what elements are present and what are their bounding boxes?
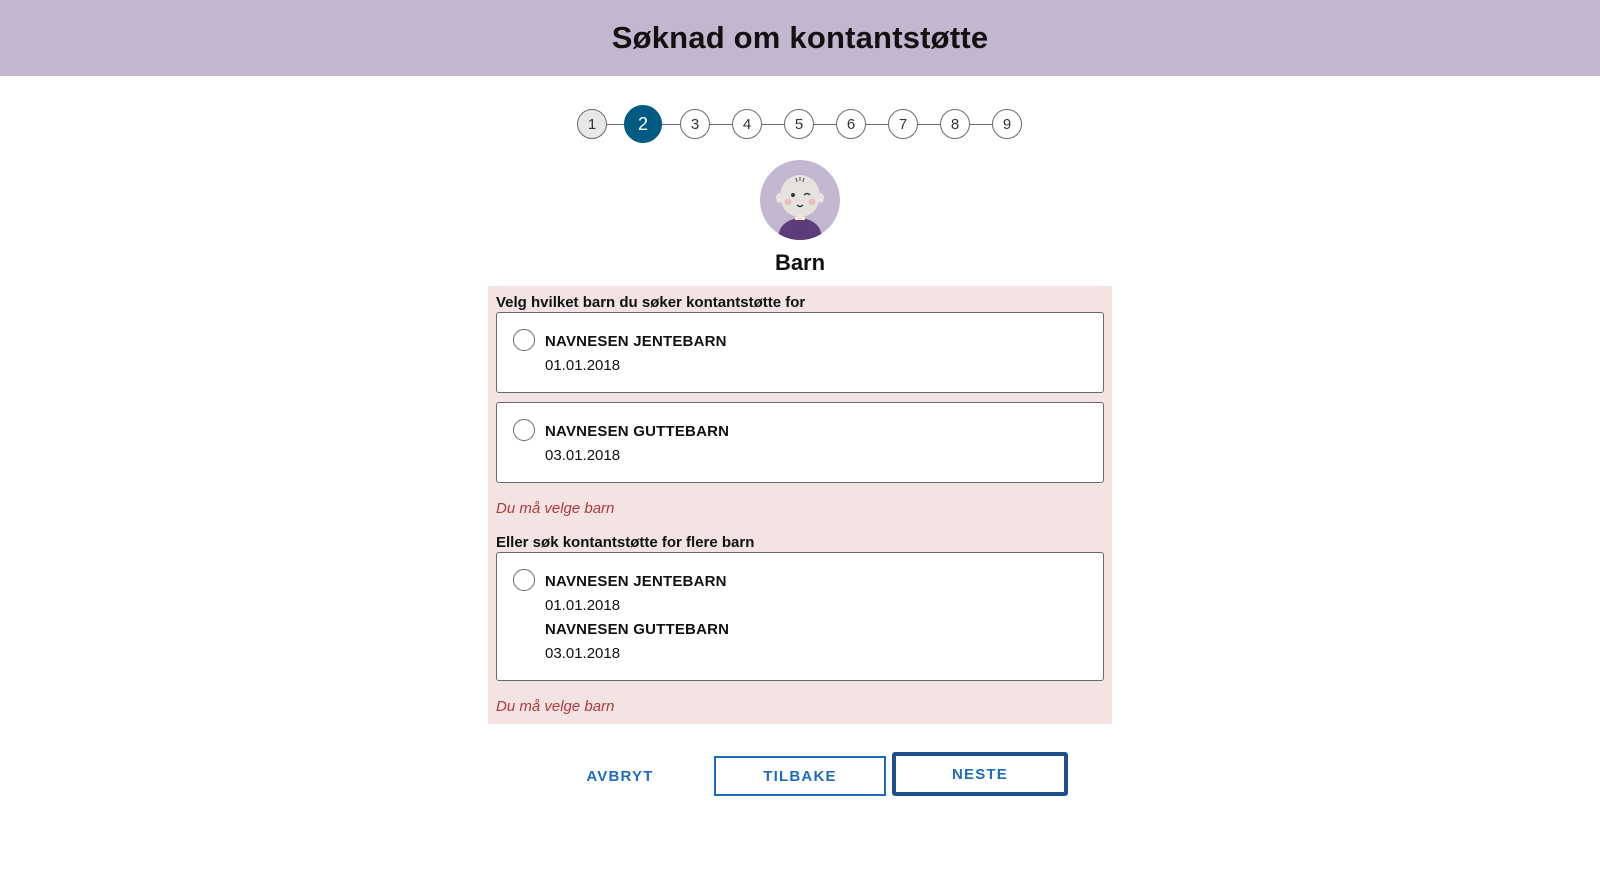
baby-avatar-icon [760, 160, 840, 240]
child-option-guttebarn[interactable]: NAVNESEN GUTTEBARN 03.01.2018 [496, 402, 1104, 483]
cancel-button[interactable]: AVBRYT [560, 756, 680, 796]
child-name: NAVNESEN JENTEBARN [545, 573, 727, 590]
single-child-question-label: Velg hvilket barn du søker kontantstøtte… [496, 294, 806, 311]
radio-button[interactable] [513, 569, 535, 591]
step-4: 4 [732, 109, 762, 139]
next-button[interactable]: NESTE [892, 752, 1068, 796]
step-2-current: 2 [624, 105, 662, 143]
multi-child-question-label: Eller søk kontantstøtte for flere barn [496, 534, 755, 551]
child-name: NAVNESEN GUTTEBARN [545, 423, 730, 440]
page-title: Søknad om kontantstøtte [611, 20, 989, 55]
step-5: 5 [784, 109, 814, 139]
error-panel: Velg hvilket barn du søker kontantstøtte… [488, 286, 1112, 724]
step-8: 8 [940, 109, 970, 139]
child-name: NAVNESEN JENTEBARN [545, 333, 727, 350]
step-9: 9 [992, 109, 1022, 139]
radio-button[interactable] [513, 329, 535, 351]
step-1[interactable]: 1 [577, 109, 607, 139]
step-7: 7 [888, 109, 918, 139]
progress-stepper: 1 2 3 4 5 6 7 8 9 [0, 105, 1600, 145]
back-button[interactable]: TILBAKE [714, 756, 886, 796]
section-title: Barn [774, 250, 826, 275]
step-6: 6 [836, 109, 866, 139]
error-message: Du må velge barn [496, 500, 615, 517]
child-name: NAVNESEN GUTTEBARN [545, 621, 730, 638]
page-header: Søknad om kontantstøtte [0, 0, 1600, 76]
child-option-jentebarn[interactable]: NAVNESEN JENTEBARN 01.01.2018 [496, 312, 1104, 393]
child-option-both[interactable]: NAVNESEN JENTEBARN 01.01.2018 NAVNESEN G… [496, 552, 1104, 681]
error-message: Du må velge barn [496, 698, 615, 715]
child-birthdate: 03.01.2018 [545, 645, 621, 662]
child-birthdate: 01.01.2018 [545, 597, 621, 614]
child-birthdate: 03.01.2018 [545, 447, 621, 464]
child-birthdate: 01.01.2018 [545, 357, 621, 374]
step-3: 3 [680, 109, 710, 139]
radio-button[interactable] [513, 419, 535, 441]
